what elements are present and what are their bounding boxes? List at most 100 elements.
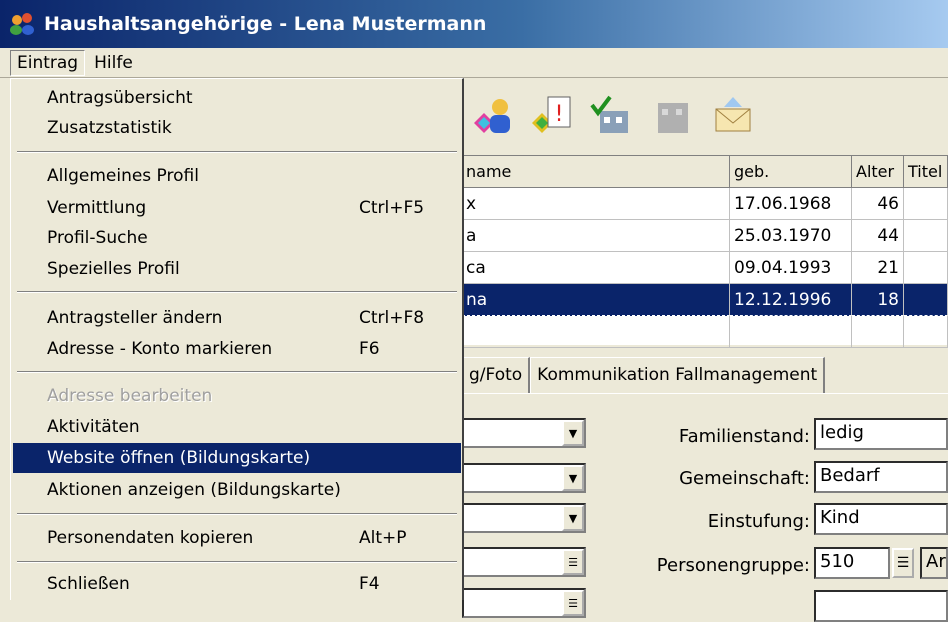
menu-item-adresse-bearbeiten: Adresse bearbeiten bbox=[13, 381, 461, 411]
menu-separator bbox=[17, 291, 457, 293]
cell-alter: 46 bbox=[852, 188, 904, 220]
menu-item-label: Personendaten kopieren bbox=[47, 528, 254, 548]
tab-kommunikation-fallmanagement[interactable]: Kommunikation Fallmanagement bbox=[530, 357, 826, 393]
mail-icon[interactable] bbox=[710, 93, 756, 139]
menu-item-allgemeines-profil[interactable]: Allgemeines Profil bbox=[13, 161, 461, 191]
svg-text:!: ! bbox=[555, 102, 564, 127]
menu-item-label: Allgemeines Profil bbox=[47, 166, 199, 186]
menu-item-profil-suche[interactable]: Profil-Suche bbox=[13, 223, 461, 253]
menu-item-label: Schließen bbox=[47, 574, 130, 594]
menu-hilfe[interactable]: Hilfe bbox=[87, 50, 140, 76]
dropdown-arrow-icon[interactable]: ▼ bbox=[562, 465, 584, 491]
menu-item-label: Adresse bearbeiten bbox=[47, 386, 213, 406]
toolbar: ! bbox=[462, 80, 948, 152]
column-header-geb[interactable]: geb. bbox=[730, 156, 852, 188]
menu-item-aktionen-anzeigen[interactable]: Aktionen anzeigen (Bildungskarte) bbox=[13, 475, 461, 505]
check-building-icon[interactable] bbox=[590, 93, 636, 139]
cell-geb bbox=[730, 316, 852, 348]
alert-document-icon[interactable]: ! bbox=[530, 93, 576, 139]
menu-shortcut: Alt+P bbox=[359, 528, 407, 548]
einstufung-label: Einstufung: bbox=[707, 511, 810, 532]
menu-item-personendaten-kopieren[interactable]: Personendaten kopieren Alt+P bbox=[13, 523, 461, 553]
lookup-icon[interactable]: ☰ bbox=[892, 548, 914, 578]
cell-alter: 21 bbox=[852, 252, 904, 284]
menu-item-adresse-konto-markieren[interactable]: Adresse - Konto markieren F6 bbox=[13, 334, 461, 364]
eintrag-dropdown-menu: Antragsübersicht Zusatzstatistik Allgeme… bbox=[10, 78, 464, 600]
cell-name: na bbox=[462, 284, 730, 316]
window-title: Haushaltsangehörige - Lena Mustermann bbox=[44, 13, 487, 35]
column-header-name[interactable]: name bbox=[462, 156, 730, 188]
personengruppe-field[interactable]: 510 bbox=[814, 547, 890, 579]
cell-alter: 18 bbox=[852, 284, 904, 316]
cell-geb: 17.06.1968 bbox=[730, 188, 852, 220]
dropdown-arrow-icon[interactable]: ▼ bbox=[562, 420, 584, 446]
combo-3[interactable]: ▼ bbox=[462, 503, 586, 533]
members-table: name geb. Alter Titel x 17.06.1968 46 a … bbox=[462, 155, 948, 348]
combo-4[interactable]: ☰ bbox=[462, 547, 586, 577]
household-icon bbox=[10, 11, 36, 37]
menu-item-label: Adresse - Konto markieren bbox=[47, 339, 273, 359]
menu-item-spezielles-profil[interactable]: Spezielles Profil bbox=[13, 254, 461, 284]
disabled-building-icon[interactable] bbox=[650, 93, 696, 139]
cell-name bbox=[462, 316, 730, 348]
tab-strip: g/Foto Kommunikation Fallmanagement bbox=[462, 354, 948, 394]
tab-foto[interactable]: g/Foto bbox=[462, 357, 531, 393]
ellipsis-icon[interactable]: ☰ bbox=[562, 549, 584, 575]
person-diamond-icon[interactable] bbox=[470, 93, 516, 139]
menu-eintrag[interactable]: Eintrag bbox=[10, 49, 86, 76]
table-row-selected[interactable]: na 12.12.1996 18 bbox=[462, 284, 948, 316]
menu-item-zusatzstatistik[interactable]: Zusatzstatistik bbox=[13, 113, 461, 143]
combo-2[interactable]: ▼ bbox=[462, 463, 586, 493]
cell-alter: 44 bbox=[852, 220, 904, 252]
cell-titel bbox=[904, 316, 948, 348]
column-header-alter[interactable]: Alter bbox=[852, 156, 904, 188]
table-header: name geb. Alter Titel bbox=[462, 156, 948, 188]
table-row[interactable]: ca 09.04.1993 21 bbox=[462, 252, 948, 284]
menu-item-label: Antragsübersicht bbox=[47, 88, 193, 108]
column-header-titel[interactable]: Titel bbox=[904, 156, 948, 188]
menu-item-website-oeffnen[interactable]: Website öffnen (Bildungskarte) bbox=[13, 443, 461, 473]
combo-1[interactable]: ▼ bbox=[462, 418, 586, 448]
cell-geb: 09.04.1993 bbox=[730, 252, 852, 284]
cell-name: ca bbox=[462, 252, 730, 284]
personengruppe-label: Personengruppe: bbox=[656, 555, 810, 576]
table-row[interactable]: a 25.03.1970 44 bbox=[462, 220, 948, 252]
menu-item-label: Profil-Suche bbox=[47, 228, 148, 248]
cell-geb: 25.03.1970 bbox=[730, 220, 852, 252]
menu-item-vermittlung[interactable]: Vermittlung Ctrl+F5 bbox=[13, 193, 461, 223]
table-row-empty[interactable] bbox=[462, 316, 948, 348]
ellipsis-icon[interactable]: ☰ bbox=[562, 590, 584, 616]
menu-item-label: Aktionen anzeigen (Bildungskarte) bbox=[47, 480, 341, 500]
cell-name: a bbox=[462, 220, 730, 252]
menu-item-antragsteller-aendern[interactable]: Antragsteller ändern Ctrl+F8 bbox=[13, 303, 461, 333]
cell-titel bbox=[904, 252, 948, 284]
menu-item-label: Aktivitäten bbox=[47, 417, 140, 437]
lower-field[interactable] bbox=[814, 590, 948, 622]
menu-item-label: Antragsteller ändern bbox=[47, 308, 223, 328]
gemeinschaft-label: Gemeinschaft: bbox=[679, 468, 810, 489]
menu-item-label: Vermittlung bbox=[47, 198, 147, 218]
menu-separator bbox=[17, 371, 457, 373]
menu-item-label: Zusatzstatistik bbox=[47, 118, 172, 138]
menu-shortcut: Ctrl+F5 bbox=[359, 198, 425, 218]
table-row[interactable]: x 17.06.1968 46 bbox=[462, 188, 948, 220]
gemeinschaft-field[interactable]: Bedarf bbox=[814, 461, 948, 493]
menu-item-antragsuebersicht[interactable]: Antragsübersicht bbox=[13, 83, 461, 113]
menu-bar: Eintrag Hilfe bbox=[0, 48, 948, 78]
menu-shortcut: Ctrl+F8 bbox=[359, 308, 425, 328]
cell-alter bbox=[852, 316, 904, 348]
menu-separator bbox=[17, 151, 457, 153]
personengruppe-extra: Ar bbox=[920, 547, 948, 579]
menu-item-schliessen[interactable]: Schließen F4 bbox=[13, 569, 461, 599]
cell-titel bbox=[904, 188, 948, 220]
einstufung-field[interactable]: Kind bbox=[814, 503, 948, 535]
dropdown-arrow-icon[interactable]: ▼ bbox=[562, 505, 584, 531]
menu-shortcut: F6 bbox=[359, 339, 380, 359]
menu-item-aktivitaeten[interactable]: Aktivitäten bbox=[13, 412, 461, 442]
cell-geb: 12.12.1996 bbox=[730, 284, 852, 316]
menu-separator bbox=[17, 513, 457, 515]
familienstand-field[interactable]: ledig bbox=[814, 418, 948, 450]
cell-titel bbox=[904, 220, 948, 252]
menu-shortcut: F4 bbox=[359, 574, 380, 594]
combo-5[interactable]: ☰ bbox=[462, 588, 586, 618]
